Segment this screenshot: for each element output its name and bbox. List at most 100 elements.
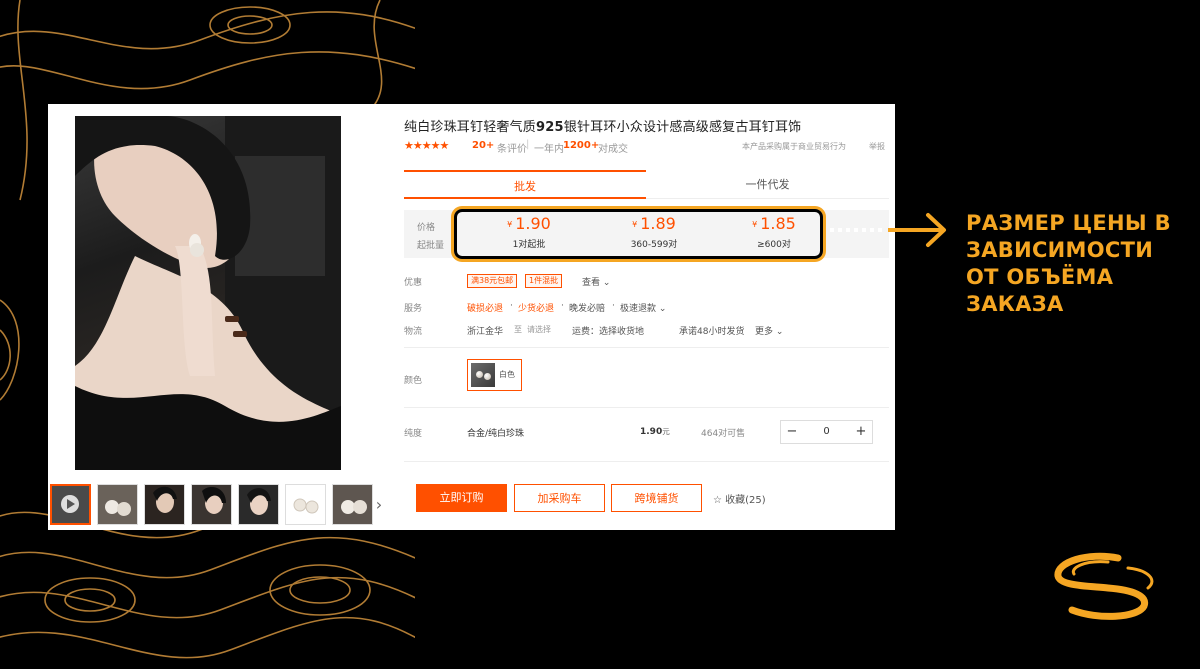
decrement-button[interactable]: − bbox=[781, 421, 803, 443]
color-option-label: 白色 bbox=[499, 370, 515, 379]
promo-more-link[interactable]: 查看 ⌄ bbox=[582, 275, 610, 288]
product-info-panel: 纯白珍珠耳钉轻奢气质925银针耳环小众设计感高级感复古耳钉耳饰 ★★★★★ 20… bbox=[404, 104, 889, 530]
title-part: 925 bbox=[536, 120, 564, 135]
logistics-row: 物流 浙江金华 至 请选择 运费：选择收货地 承诺48小时发货 更多 ⌄ bbox=[404, 323, 889, 339]
title-part: 银针耳环小众设计感高级感复古耳钉耳饰 bbox=[563, 120, 802, 135]
caption-line: РАЗМЕР ЦЕНЫ В bbox=[966, 211, 1171, 235]
star-outline-icon: ☆ bbox=[713, 495, 722, 506]
increment-button[interactable]: + bbox=[850, 421, 872, 443]
main-product-photo[interactable] bbox=[75, 116, 341, 470]
thumbnail-5[interactable] bbox=[238, 484, 279, 525]
destination-select[interactable]: 请选择 bbox=[527, 324, 551, 335]
title-part: 纯白珍珠耳钉轻奢气质 bbox=[404, 120, 537, 135]
dot-separator: · bbox=[612, 301, 615, 311]
arrow-right-icon bbox=[888, 213, 946, 247]
report-link[interactable]: 举报 bbox=[869, 141, 885, 152]
star-rating-icon: ★★★★★ bbox=[404, 139, 449, 152]
chevron-down-icon: ⌄ bbox=[602, 278, 611, 288]
review-count[interactable]: 20+ bbox=[472, 140, 494, 151]
spec-name: 合金/纯白珍珠 bbox=[467, 429, 525, 439]
price-label: 价格 bbox=[417, 223, 436, 233]
year-sales-suffix: 对成交 bbox=[598, 144, 628, 155]
shipping-fee: 运费：选择收货地 bbox=[572, 327, 645, 337]
year-label: 一年内 bbox=[534, 144, 564, 155]
favorite-button[interactable]: ☆ 收藏(25) bbox=[713, 491, 766, 506]
thumbnail-6[interactable] bbox=[285, 484, 326, 525]
delivery-promise: 承诺48小时发货 bbox=[679, 327, 745, 337]
color-label: 颜色 bbox=[404, 376, 423, 386]
promo-row: 优惠 满38元包邮 1件混批 查看 ⌄ bbox=[404, 274, 889, 290]
tab-wholesale[interactable]: 批发 bbox=[404, 170, 646, 199]
dot-separator: · bbox=[510, 301, 513, 311]
moq-label: 起批量 bbox=[417, 241, 445, 251]
spec-price-unit: 元 bbox=[662, 427, 670, 436]
earring-thumb-image bbox=[341, 500, 367, 514]
buy-now-button[interactable]: 立即订购 bbox=[416, 484, 507, 512]
earring-thumb-image bbox=[105, 500, 131, 516]
logistics-more-link[interactable]: 更多 ⌄ bbox=[755, 324, 783, 337]
thumbnail-4[interactable] bbox=[191, 484, 232, 525]
promo-tag-mixed: 1件混批 bbox=[525, 274, 563, 288]
spec-row: 纯度 合金/纯白珍珠 1.90元 464对可售 − 0 + bbox=[404, 420, 889, 444]
trade-note: 本产品采购属于商业贸易行为 bbox=[742, 142, 846, 151]
thumbnail-strip bbox=[48, 484, 388, 526]
earring-thumb-image bbox=[293, 498, 319, 514]
ship-from: 浙江金华 bbox=[467, 327, 504, 337]
service-row: 服务 破损必退 · 少货必退 · 晚发必赔 · 极速退款 ⌄ bbox=[404, 300, 889, 316]
thumbnail-7[interactable] bbox=[332, 484, 373, 525]
dotted-connector bbox=[830, 228, 882, 232]
quantity-input[interactable]: 0 bbox=[803, 421, 850, 443]
service-item: 破损必退 bbox=[467, 304, 504, 314]
chevron-down-icon: ⌄ bbox=[658, 304, 667, 314]
service-item[interactable]: 极速退款 ⌄ bbox=[620, 301, 666, 314]
year-sales-count: 1200+ bbox=[563, 140, 600, 151]
service-item-label: 极速退款 bbox=[620, 304, 657, 314]
logistics-label: 物流 bbox=[404, 327, 423, 337]
caption-line: ОТ ОБЪЁМА bbox=[966, 265, 1114, 289]
pearl-icon bbox=[476, 371, 483, 378]
color-swatch-image bbox=[471, 363, 495, 387]
rating-row: ★★★★★ 20+ 条评价 | 一年内 1200+ 对成交 本产品采购属于商业贸… bbox=[404, 139, 889, 155]
caption-line: ЗАКАЗА bbox=[966, 292, 1064, 316]
spec-price-value: 1.90 bbox=[640, 427, 663, 437]
pearl-icon bbox=[484, 373, 491, 380]
spec-stock: 464对可售 bbox=[701, 429, 746, 439]
annotation-caption: РАЗМЕР ЦЕНЫ В ЗАВИСИМОСТИ ОТ ОБЪЁМА ЗАКА… bbox=[966, 210, 1196, 318]
thumbnail-3[interactable] bbox=[144, 484, 185, 525]
tab-dropship[interactable]: 一件代发 bbox=[646, 170, 889, 199]
divider bbox=[404, 347, 889, 348]
product-card: › 纯白珍珠耳钉轻奢气质925银针耳环小众设计感高级感复古耳钉耳饰 ★★★★★ … bbox=[48, 104, 895, 530]
divider bbox=[404, 407, 889, 408]
service-label: 服务 bbox=[404, 304, 423, 314]
model-thumb-image bbox=[247, 488, 271, 515]
quantity-stepper: − 0 + bbox=[780, 420, 873, 444]
spec-price: 1.90元 bbox=[640, 426, 670, 437]
purchase-mode-tabs: 批发 一件代发 bbox=[404, 170, 889, 199]
product-title: 纯白珍珠耳钉轻奢气质925银针耳环小众设计感高级感复古耳钉耳饰 bbox=[404, 116, 801, 135]
separator: | bbox=[526, 139, 530, 150]
chevron-down-icon: ⌄ bbox=[775, 327, 784, 337]
promo-tag-shipping: 满38元包邮 bbox=[467, 274, 518, 288]
favorite-label: 收藏(25) bbox=[725, 495, 766, 506]
model-thumb-image bbox=[202, 487, 226, 514]
color-option-white[interactable]: 白色 bbox=[467, 359, 522, 391]
ship-to-label: 至 bbox=[514, 325, 522, 334]
divider bbox=[404, 461, 889, 462]
service-item: 晚发必赔 bbox=[569, 304, 606, 314]
service-item: 少货必退 bbox=[518, 304, 555, 314]
model-photo-illustration bbox=[75, 116, 341, 470]
spec-label: 纯度 bbox=[404, 429, 423, 439]
review-label[interactable]: 条评价 bbox=[497, 140, 527, 155]
play-icon bbox=[61, 495, 79, 513]
chevron-right-icon[interactable]: › bbox=[372, 490, 386, 520]
promo-label: 优惠 bbox=[404, 278, 423, 288]
dot-separator: · bbox=[561, 301, 564, 311]
brand-logo bbox=[1054, 552, 1154, 620]
model-thumb-image bbox=[153, 486, 177, 513]
caption-line: ЗАВИСИМОСТИ bbox=[966, 238, 1154, 262]
cross-border-button[interactable]: 跨境铺货 bbox=[611, 484, 702, 512]
logistics-more-label: 更多 bbox=[755, 327, 774, 337]
thumbnail-2[interactable] bbox=[97, 484, 138, 525]
thumbnail-video[interactable] bbox=[50, 484, 91, 525]
add-to-cart-button[interactable]: 加采购车 bbox=[514, 484, 605, 512]
